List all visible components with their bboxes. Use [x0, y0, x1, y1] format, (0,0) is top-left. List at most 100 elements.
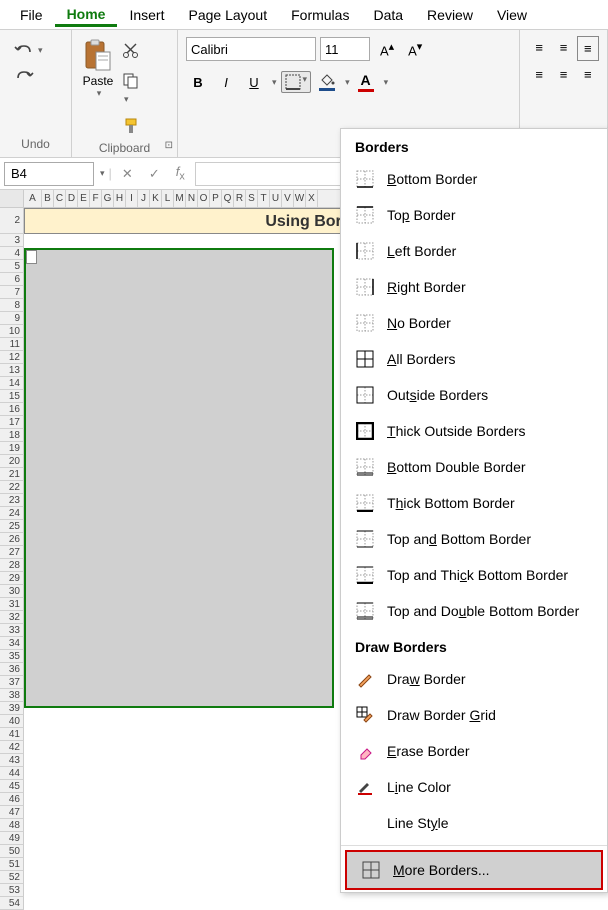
row-header[interactable]: 19 [0, 442, 24, 455]
menubar-item-insert[interactable]: Insert [117, 3, 176, 27]
font-name-select[interactable] [186, 37, 316, 61]
col-header[interactable]: Q [222, 190, 234, 207]
copy-button[interactable]: ▾ [120, 70, 142, 107]
menubar-item-page-layout[interactable]: Page Layout [176, 3, 279, 27]
cut-button[interactable] [120, 40, 142, 62]
row-header[interactable]: 16 [0, 403, 24, 416]
menu-item-line-style[interactable]: Line Style [341, 805, 607, 841]
menu-item-top-double-bottom[interactable]: Top and Double Bottom Border [341, 593, 607, 629]
menu-item-all[interactable]: All Borders [341, 341, 607, 377]
row-header[interactable]: 22 [0, 481, 24, 494]
row-header[interactable]: 42 [0, 741, 24, 754]
row-header[interactable]: 26 [0, 533, 24, 546]
row-header[interactable]: 51 [0, 858, 24, 871]
col-header[interactable]: F [90, 190, 102, 207]
menu-item-outside[interactable]: Outside Borders [341, 377, 607, 413]
align-center-button[interactable]: ≡ [552, 63, 574, 86]
menu-item-thick-outside[interactable]: Thick Outside Borders [341, 413, 607, 449]
row-header[interactable]: 8 [0, 299, 24, 312]
insert-function-button[interactable]: fx [170, 162, 191, 185]
selection-range[interactable] [24, 248, 334, 708]
align-right-button[interactable]: ≡ [577, 63, 599, 86]
col-header[interactable]: U [270, 190, 282, 207]
row-header[interactable]: 35 [0, 650, 24, 663]
row-header[interactable]: 18 [0, 429, 24, 442]
row-header[interactable]: 9 [0, 312, 24, 325]
menu-item-bottom-double[interactable]: Bottom Double Border [341, 449, 607, 485]
row-header[interactable]: 17 [0, 416, 24, 429]
row-header[interactable]: 47 [0, 806, 24, 819]
menu-item-top-bottom[interactable]: Top and Bottom Border [341, 521, 607, 557]
row-header[interactable]: 50 [0, 845, 24, 858]
col-header[interactable]: H [114, 190, 126, 207]
menubar-item-data[interactable]: Data [361, 3, 415, 27]
row-header[interactable]: 13 [0, 364, 24, 377]
row-header[interactable]: 36 [0, 663, 24, 676]
align-top-button[interactable]: ≡ [528, 36, 550, 61]
chevron-down-icon[interactable]: ▾ [100, 168, 105, 179]
row-header[interactable]: 2 [0, 208, 24, 234]
italic-button[interactable]: I [214, 71, 238, 94]
row-header[interactable]: 5 [0, 260, 24, 273]
col-header[interactable]: T [258, 190, 270, 207]
align-bottom-button[interactable]: ≡ [577, 36, 599, 61]
row-header[interactable]: 28 [0, 559, 24, 572]
dialog-launcher-icon[interactable]: ⊡ [165, 140, 173, 151]
row-header[interactable]: 14 [0, 377, 24, 390]
row-header[interactable]: 30 [0, 585, 24, 598]
row-header[interactable]: 38 [0, 689, 24, 702]
row-header[interactable]: 54 [0, 897, 24, 910]
menu-item-right[interactable]: Right Border [341, 269, 607, 305]
menu-item-line-color[interactable]: Line Color [341, 769, 607, 805]
col-header[interactable]: G [102, 190, 114, 207]
borders-button[interactable]: ▾ [281, 71, 312, 93]
menu-item-more-borders[interactable]: More Borders... [345, 850, 603, 890]
row-header[interactable]: 32 [0, 611, 24, 624]
menu-item-draw-grid[interactable]: Draw Border Grid [341, 697, 607, 733]
col-header[interactable]: S [246, 190, 258, 207]
row-header[interactable]: 53 [0, 884, 24, 897]
bold-button[interactable]: B [186, 71, 210, 94]
row-header[interactable]: 52 [0, 871, 24, 884]
row-header[interactable]: 15 [0, 390, 24, 403]
col-header[interactable]: O [198, 190, 210, 207]
row-header[interactable]: 24 [0, 507, 24, 520]
paste-button[interactable]: Paste ▾ [80, 36, 116, 137]
align-middle-button[interactable]: ≡ [552, 36, 574, 61]
col-header[interactable]: E [78, 190, 90, 207]
row-header[interactable]: 40 [0, 715, 24, 728]
row-header[interactable]: 27 [0, 546, 24, 559]
name-box[interactable] [4, 162, 94, 186]
menu-item-left[interactable]: Left Border [341, 233, 607, 269]
row-header[interactable]: 41 [0, 728, 24, 741]
font-color-button[interactable]: A [354, 70, 378, 94]
col-header[interactable]: P [210, 190, 222, 207]
col-header[interactable]: B [42, 190, 54, 207]
menu-item-erase[interactable]: Erase Border [341, 733, 607, 769]
row-header[interactable]: 33 [0, 624, 24, 637]
col-header[interactable]: J [138, 190, 150, 207]
row-header[interactable]: 44 [0, 767, 24, 780]
row-header[interactable]: 37 [0, 676, 24, 689]
menubar-item-review[interactable]: Review [415, 3, 485, 27]
col-header[interactable]: X [306, 190, 318, 207]
row-header[interactable]: 6 [0, 273, 24, 286]
menu-item-thick-bottom[interactable]: Thick Bottom Border [341, 485, 607, 521]
undo-button[interactable]: ▾ [12, 40, 59, 60]
col-header[interactable]: V [282, 190, 294, 207]
menubar-item-view[interactable]: View [485, 3, 539, 27]
underline-button[interactable]: U [242, 71, 266, 94]
enter-formula-button[interactable]: ✓ [143, 164, 166, 184]
row-header[interactable]: 46 [0, 793, 24, 806]
col-header[interactable]: K [150, 190, 162, 207]
row-header[interactable]: 34 [0, 637, 24, 650]
row-header[interactable]: 21 [0, 468, 24, 481]
row-header[interactable]: 29 [0, 572, 24, 585]
row-header[interactable]: 43 [0, 754, 24, 767]
row-header[interactable]: 49 [0, 832, 24, 845]
row-header[interactable]: 12 [0, 351, 24, 364]
col-header[interactable]: N [186, 190, 198, 207]
row-header[interactable]: 31 [0, 598, 24, 611]
col-header[interactable]: C [54, 190, 66, 207]
row-header[interactable]: 48 [0, 819, 24, 832]
